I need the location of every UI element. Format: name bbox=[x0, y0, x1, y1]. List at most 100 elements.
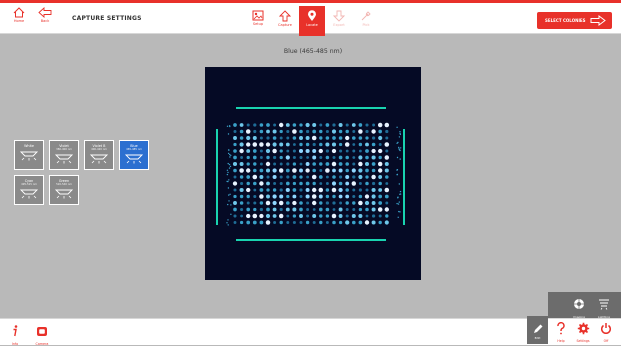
colony-dot bbox=[259, 188, 264, 192]
colony-dot bbox=[286, 129, 290, 134]
colony-dot bbox=[312, 123, 317, 127]
colony-dot bbox=[292, 123, 297, 127]
colony-dot bbox=[253, 194, 257, 199]
colony-dot bbox=[279, 207, 283, 212]
colony-dot bbox=[253, 181, 257, 186]
colony-dot bbox=[239, 168, 244, 173]
colony-dot bbox=[338, 155, 343, 160]
colony-dot bbox=[331, 181, 337, 186]
colony-dot bbox=[285, 187, 290, 193]
colony-dot bbox=[279, 188, 283, 192]
colony-dot bbox=[292, 136, 297, 140]
edit-button[interactable]: Edit bbox=[527, 316, 548, 344]
colony-dot bbox=[292, 168, 297, 173]
filter-blue[interactable]: Blue 465-485 nm bbox=[119, 140, 149, 170]
colony-dot bbox=[338, 162, 343, 166]
colony-dot bbox=[365, 168, 369, 173]
edge-speck bbox=[227, 133, 230, 135]
colony-dot bbox=[305, 220, 310, 225]
home-button[interactable]: Home bbox=[8, 7, 30, 29]
colony-dot bbox=[351, 220, 356, 225]
info-button[interactable]: Info bbox=[6, 322, 24, 346]
colony-dot bbox=[266, 123, 270, 127]
power-button[interactable]: Off bbox=[596, 320, 616, 343]
captured-plate-image[interactable] bbox=[205, 67, 421, 280]
colony-dot bbox=[385, 136, 389, 140]
step-capture[interactable]: Capture bbox=[272, 6, 298, 36]
back-button[interactable]: Back bbox=[34, 7, 56, 29]
colony-dot bbox=[246, 123, 250, 127]
select-colonies-button[interactable]: SELECT COLONIES bbox=[537, 12, 612, 29]
colony-dot bbox=[240, 207, 244, 212]
edge-speck bbox=[399, 133, 402, 136]
colony-dot bbox=[378, 143, 382, 146]
colony-dot bbox=[345, 181, 350, 186]
colony-dot bbox=[358, 200, 363, 206]
step-setup[interactable]: Setup bbox=[245, 6, 271, 36]
colony-dot bbox=[292, 155, 296, 160]
settings-button[interactable]: Settings bbox=[573, 320, 593, 343]
colony-dot bbox=[365, 181, 369, 186]
colony-dot bbox=[246, 181, 250, 186]
colony-dot bbox=[371, 142, 376, 147]
colony-dot bbox=[331, 187, 337, 193]
filter-range: 465-485 nm bbox=[126, 148, 142, 151]
colony-dot bbox=[338, 142, 343, 147]
colony-dot bbox=[239, 220, 244, 225]
home-label: Home bbox=[13, 19, 25, 23]
colony-dot bbox=[265, 148, 271, 154]
colony-dot bbox=[286, 201, 290, 205]
step-pick[interactable]: Pick bbox=[353, 6, 379, 36]
colony-dot bbox=[365, 188, 369, 192]
colony-dot bbox=[345, 149, 349, 153]
colony-dot bbox=[332, 175, 336, 179]
colony-dot bbox=[292, 181, 297, 186]
home-icon bbox=[13, 7, 25, 18]
colony-dot bbox=[312, 155, 317, 160]
colony-dot bbox=[311, 135, 317, 141]
settings-label: Settings bbox=[576, 339, 590, 343]
edge-speck bbox=[227, 149, 230, 151]
step-export[interactable]: Export bbox=[326, 6, 352, 36]
filter-white[interactable]: White bbox=[14, 140, 44, 170]
edge-speck bbox=[228, 194, 230, 196]
filter-violet[interactable]: Violet 380-400 nm bbox=[49, 140, 79, 170]
colony-dot bbox=[365, 129, 369, 134]
imaging-tool-button[interactable]: Imaging bbox=[568, 295, 590, 319]
colony-dot bbox=[259, 149, 263, 153]
power-icon bbox=[601, 323, 611, 334]
colony-dot bbox=[259, 201, 264, 205]
colony-dot bbox=[319, 129, 323, 134]
colony-dot bbox=[364, 194, 370, 199]
colony-dot bbox=[358, 129, 363, 134]
colony-dot bbox=[272, 142, 277, 147]
image-title: Blue (465-485 nm) bbox=[283, 48, 343, 55]
colony-dot bbox=[239, 175, 244, 179]
colony-dot bbox=[272, 174, 277, 180]
colony-dot bbox=[345, 208, 349, 211]
colony-dot bbox=[325, 175, 329, 179]
colony-dot bbox=[233, 123, 237, 127]
colony-dot bbox=[352, 194, 356, 199]
colony-dot bbox=[378, 220, 382, 225]
help-icon bbox=[557, 321, 565, 335]
colony-dot bbox=[233, 168, 237, 173]
filter-violet-b[interactable]: Violet B 400-420 nm bbox=[84, 140, 114, 170]
filter-green[interactable]: Green 520-540 nm bbox=[49, 175, 79, 205]
edge-speck bbox=[228, 179, 230, 181]
upload-icon bbox=[279, 10, 291, 22]
colony-dot bbox=[384, 187, 390, 193]
filter-cyan[interactable]: Cyan 495-515 nm bbox=[14, 175, 44, 205]
step-locate[interactable]: Locate bbox=[299, 6, 325, 36]
colony-dot bbox=[286, 214, 290, 218]
camera-button[interactable]: Camera bbox=[33, 322, 51, 346]
help-button[interactable]: Help bbox=[551, 320, 571, 343]
colony-dot bbox=[279, 194, 284, 199]
colony-dot bbox=[265, 213, 271, 219]
colony-dot bbox=[312, 187, 317, 193]
colony-dot bbox=[312, 208, 316, 211]
edge-speck bbox=[228, 200, 230, 202]
edge-speck bbox=[396, 169, 399, 171]
colony-dot bbox=[365, 149, 369, 153]
lighting-tool-button[interactable]: Lighting bbox=[593, 295, 615, 319]
